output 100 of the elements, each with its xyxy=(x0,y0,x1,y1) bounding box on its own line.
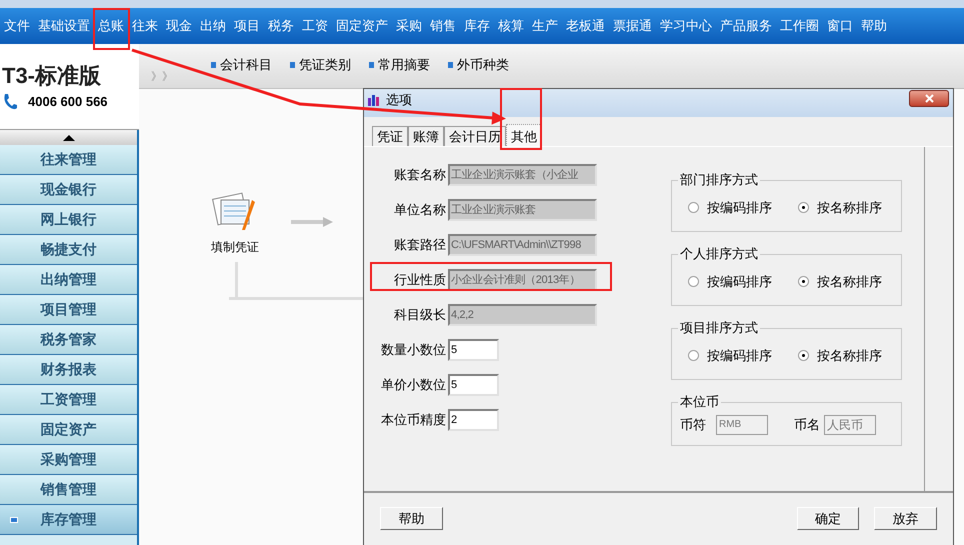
flow-arrow xyxy=(291,217,333,227)
up-arrow-icon xyxy=(62,134,74,140)
menu-item[interactable]: 出纳 xyxy=(196,16,230,36)
menu-item[interactable]: 基础设置 xyxy=(34,16,94,36)
bullet-icon xyxy=(211,62,216,68)
menu-item[interactable]: 窗口 xyxy=(823,16,857,36)
radio-option[interactable]: 按名称排序 xyxy=(798,346,882,366)
group-title: 项目排序方式 xyxy=(678,320,760,336)
menu-item[interactable]: 总账 xyxy=(94,16,128,36)
bullet-icon xyxy=(369,62,374,68)
menu-item[interactable]: 项目 xyxy=(230,16,264,36)
input-field[interactable]: 5 xyxy=(448,374,499,396)
sidebar-item[interactable]: 现金银行 xyxy=(0,175,137,205)
radio-button[interactable] xyxy=(688,350,699,362)
field-label: 币名 xyxy=(794,416,820,434)
menu-item[interactable]: 票据通 xyxy=(609,16,656,36)
close-icon xyxy=(924,94,934,103)
menu-item[interactable]: 老板通 xyxy=(562,16,609,36)
sidebar-item[interactable]: 网上银行 xyxy=(0,205,137,235)
radio-option[interactable]: 按名称排序 xyxy=(798,198,882,218)
menu-item[interactable]: 采购 xyxy=(392,16,426,36)
sidebar-item[interactable]: 工资管理 xyxy=(0,385,137,415)
radio-option[interactable]: 按编码排序 xyxy=(688,272,772,292)
input-field[interactable]: RMB xyxy=(716,415,768,435)
input-field[interactable]: 人民币 xyxy=(824,415,876,435)
group-title: 本位币 xyxy=(678,394,721,410)
sidebar-item[interactable]: 销售管理 xyxy=(0,475,137,505)
help-button[interactable]: 帮助 xyxy=(380,507,443,530)
flow-node-label[interactable]: 填制凭证 xyxy=(211,238,259,256)
radio-label: 按名称排序 xyxy=(817,199,882,217)
menu-item[interactable]: 文件 xyxy=(0,16,34,36)
radio-button[interactable] xyxy=(798,350,809,362)
radio-option[interactable]: 按编码排序 xyxy=(688,198,772,218)
menu-item[interactable]: 学习中心 xyxy=(656,16,716,36)
sidebar-item[interactable]: 库存管理 xyxy=(0,505,137,535)
sidebar-item[interactable]: 项目管理 xyxy=(0,295,137,325)
toolbar-link[interactable]: 会计科目 xyxy=(220,55,272,74)
field-label: 账套名称 xyxy=(393,166,446,184)
sidebar-item[interactable]: 税务管家 xyxy=(0,325,137,355)
radio-button[interactable] xyxy=(798,276,809,288)
menu-item[interactable]: 税务 xyxy=(264,16,298,36)
selected-marker-icon xyxy=(10,517,18,523)
dialog-title: 选项 xyxy=(386,91,412,109)
radio-label: 按名称排序 xyxy=(817,347,882,365)
radio-label: 按编码排序 xyxy=(707,347,772,365)
highlight-frame xyxy=(500,88,542,150)
menu-item[interactable]: 帮助 xyxy=(857,16,891,36)
radio-button[interactable] xyxy=(798,202,809,214)
tab[interactable]: 账簿 xyxy=(408,126,444,146)
tab[interactable]: 其他 xyxy=(506,124,542,146)
sidebar-item[interactable]: 出纳管理 xyxy=(0,265,137,295)
tab[interactable]: 会计日历 xyxy=(444,126,506,146)
menu-item[interactable]: 往来 xyxy=(128,16,162,36)
highlight-frame xyxy=(93,8,130,50)
sidebar-item[interactable]: 往来管理 xyxy=(0,145,137,175)
menu-item[interactable]: 固定资产 xyxy=(332,16,392,36)
input-field[interactable]: 2 xyxy=(448,408,499,430)
tab[interactable]: 凭证 xyxy=(372,126,408,146)
cancel-button[interactable]: 放弃 xyxy=(874,507,937,530)
toolbar-link[interactable]: 外币种类 xyxy=(457,55,509,74)
field-label: 币符 xyxy=(680,416,706,434)
ok-button[interactable]: 确定 xyxy=(797,507,859,530)
sidebar-item[interactable]: 畅捷支付 xyxy=(0,235,137,265)
radio-label: 按编码排序 xyxy=(707,199,772,217)
sidebar-item[interactable]: 财务报表 xyxy=(0,355,137,385)
bullet-icon xyxy=(290,62,295,68)
sidebar-item[interactable]: 采购管理 xyxy=(0,445,137,475)
radio-option[interactable]: 按编码排序 xyxy=(688,346,772,366)
field-label: 本位币精度 xyxy=(380,410,446,429)
toolbar-link[interactable]: 凭证类别 xyxy=(299,55,351,74)
radio-label: 按名称排序 xyxy=(817,273,882,291)
menu-item[interactable]: 产品服务 xyxy=(716,16,776,36)
close-button[interactable] xyxy=(909,90,949,107)
field-label: 单位名称 xyxy=(393,200,446,219)
brand-logo: T3-标准版 xyxy=(2,62,102,90)
field-label: 账套路径 xyxy=(393,236,446,254)
group-title: 部门排序方式 xyxy=(678,172,760,188)
radio-button[interactable] xyxy=(688,202,699,214)
menu-item[interactable]: 核算 xyxy=(494,16,528,36)
field-label: 科目级长 xyxy=(393,306,446,324)
phone-icon xyxy=(2,92,18,110)
radio-option[interactable]: 按名称排序 xyxy=(798,272,882,292)
menu-item[interactable]: 库存 xyxy=(460,16,494,36)
menu-item[interactable]: 现金 xyxy=(162,16,196,36)
field-label: 行业性质 xyxy=(393,270,446,289)
radio-label: 按编码排序 xyxy=(707,273,772,291)
app-icon xyxy=(368,94,382,106)
field-label: 数量小数位 xyxy=(380,340,446,359)
group-title: 个人排序方式 xyxy=(678,246,760,262)
menu-item[interactable]: 销售 xyxy=(426,16,460,36)
field-label: 单价小数位 xyxy=(380,376,446,394)
radio-button[interactable] xyxy=(688,276,699,288)
expand-toggle[interactable]: 》》 xyxy=(151,69,173,86)
menu-item[interactable]: 工作圈 xyxy=(776,16,823,36)
menu-item[interactable]: 生产 xyxy=(528,16,562,36)
phone-number: 4006 600 566 xyxy=(28,92,108,111)
input-field[interactable]: 5 xyxy=(448,338,499,360)
sidebar-item[interactable]: 固定资产 xyxy=(0,415,137,445)
toolbar-link[interactable]: 常用摘要 xyxy=(378,55,430,74)
menu-item[interactable]: 工资 xyxy=(298,16,332,36)
